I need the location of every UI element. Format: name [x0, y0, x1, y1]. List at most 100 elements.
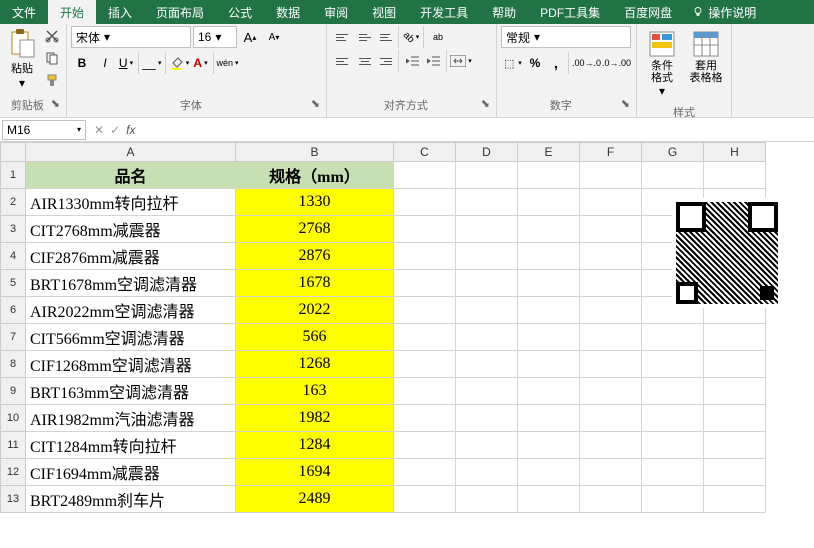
col-head-A[interactable]: A: [26, 142, 236, 162]
tab-file[interactable]: 文件: [0, 0, 48, 24]
cell-A6[interactable]: AIR2022mm空调滤清器: [26, 297, 236, 324]
align-top-button[interactable]: [331, 26, 353, 48]
cell-F8[interactable]: [580, 351, 642, 378]
cell-A1[interactable]: 品名: [26, 162, 236, 189]
percent-button[interactable]: [524, 52, 546, 74]
decrease-decimal-button[interactable]: .0→.00: [602, 52, 631, 74]
cell-C11[interactable]: [394, 432, 456, 459]
cell-A12[interactable]: CIF1694mm减震器: [26, 459, 236, 486]
align-bottom-button[interactable]: [377, 26, 399, 48]
cell-E7[interactable]: [518, 324, 580, 351]
cell-B11[interactable]: 1284: [236, 432, 394, 459]
cell-H1[interactable]: [704, 162, 766, 189]
cell-F5[interactable]: [580, 270, 642, 297]
cell-A3[interactable]: CIT2768mm减震器: [26, 216, 236, 243]
tab-view[interactable]: 视图: [360, 0, 408, 24]
cell-E1[interactable]: [518, 162, 580, 189]
cell-G11[interactable]: [642, 432, 704, 459]
cell-D4[interactable]: [456, 243, 518, 270]
cell-F13[interactable]: [580, 486, 642, 513]
cell-G7[interactable]: [642, 324, 704, 351]
cell-G1[interactable]: [642, 162, 704, 189]
decrease-indent-button[interactable]: [402, 50, 424, 72]
cell-A4[interactable]: CIF2876mm减震器: [26, 243, 236, 270]
cell-F7[interactable]: [580, 324, 642, 351]
orientation-button[interactable]: ab▾: [402, 26, 424, 48]
cell-D7[interactable]: [456, 324, 518, 351]
cell-G10[interactable]: [642, 405, 704, 432]
cell-B7[interactable]: 566: [236, 324, 394, 351]
cell-C7[interactable]: [394, 324, 456, 351]
cell-F12[interactable]: [580, 459, 642, 486]
row-head-5[interactable]: 5: [0, 270, 26, 297]
cell-E10[interactable]: [518, 405, 580, 432]
row-head-12[interactable]: 12: [0, 459, 26, 486]
cell-D5[interactable]: [456, 270, 518, 297]
clipboard-launcher[interactable]: ⬊: [51, 97, 60, 110]
cell-G12[interactable]: [642, 459, 704, 486]
row-head-10[interactable]: 10: [0, 405, 26, 432]
cell-G9[interactable]: [642, 378, 704, 405]
font-name-combo[interactable]: 宋体▾: [71, 26, 191, 48]
cell-E11[interactable]: [518, 432, 580, 459]
cell-D13[interactable]: [456, 486, 518, 513]
row-head-6[interactable]: 6: [0, 297, 26, 324]
tab-dev[interactable]: 开发工具: [408, 0, 480, 24]
cell-D11[interactable]: [456, 432, 518, 459]
cell-B6[interactable]: 2022: [236, 297, 394, 324]
cell-A13[interactable]: BRT2489mm刹车片: [26, 486, 236, 513]
paste-button[interactable]: 粘贴 ▾: [4, 26, 40, 92]
wrap-text-button[interactable]: ab: [427, 26, 449, 48]
tab-formulas[interactable]: 公式: [216, 0, 264, 24]
align-left-button[interactable]: [331, 50, 353, 72]
cell-A9[interactable]: BRT163mm空调滤清器: [26, 378, 236, 405]
cut-button[interactable]: [42, 26, 62, 46]
cell-D12[interactable]: [456, 459, 518, 486]
italic-button[interactable]: I: [94, 52, 116, 74]
cell-E2[interactable]: [518, 189, 580, 216]
cell-E5[interactable]: [518, 270, 580, 297]
cell-D10[interactable]: [456, 405, 518, 432]
cell-E12[interactable]: [518, 459, 580, 486]
cell-C8[interactable]: [394, 351, 456, 378]
cell-A5[interactable]: BRT1678mm空调滤清器: [26, 270, 236, 297]
table-format-button[interactable]: 套用 表格格: [685, 26, 727, 88]
cell-C3[interactable]: [394, 216, 456, 243]
cell-F2[interactable]: [580, 189, 642, 216]
cell-C6[interactable]: [394, 297, 456, 324]
cell-E9[interactable]: [518, 378, 580, 405]
row-head-2[interactable]: 2: [0, 189, 26, 216]
cell-E4[interactable]: [518, 243, 580, 270]
cell-B3[interactable]: 2768: [236, 216, 394, 243]
cell-B13[interactable]: 2489: [236, 486, 394, 513]
cell-C4[interactable]: [394, 243, 456, 270]
tab-pdf[interactable]: PDF工具集: [528, 0, 612, 24]
select-all-corner[interactable]: [0, 142, 26, 162]
increase-decimal-button[interactable]: .00→.0: [572, 52, 601, 74]
cell-H12[interactable]: [704, 459, 766, 486]
cell-E3[interactable]: [518, 216, 580, 243]
formula-input[interactable]: [141, 120, 814, 139]
cell-F6[interactable]: [580, 297, 642, 324]
cell-B10[interactable]: 1982: [236, 405, 394, 432]
cell-B12[interactable]: 1694: [236, 459, 394, 486]
merge-button[interactable]: ▾: [450, 50, 472, 72]
cell-H10[interactable]: [704, 405, 766, 432]
format-painter-button[interactable]: [42, 70, 62, 90]
cell-E6[interactable]: [518, 297, 580, 324]
cell-C1[interactable]: [394, 162, 456, 189]
cell-D8[interactable]: [456, 351, 518, 378]
cell-B5[interactable]: 1678: [236, 270, 394, 297]
cell-B1[interactable]: 规格（mm）: [236, 162, 394, 189]
confirm-formula-button[interactable]: ✓: [110, 123, 120, 137]
col-head-D[interactable]: D: [456, 142, 518, 162]
cell-F3[interactable]: [580, 216, 642, 243]
align-middle-button[interactable]: [354, 26, 376, 48]
cell-C12[interactable]: [394, 459, 456, 486]
alignment-launcher[interactable]: ⬊: [481, 97, 490, 110]
cancel-formula-button[interactable]: ✕: [94, 123, 104, 137]
cell-F4[interactable]: [580, 243, 642, 270]
cell-B8[interactable]: 1268: [236, 351, 394, 378]
row-head-3[interactable]: 3: [0, 216, 26, 243]
tab-review[interactable]: 审阅: [312, 0, 360, 24]
